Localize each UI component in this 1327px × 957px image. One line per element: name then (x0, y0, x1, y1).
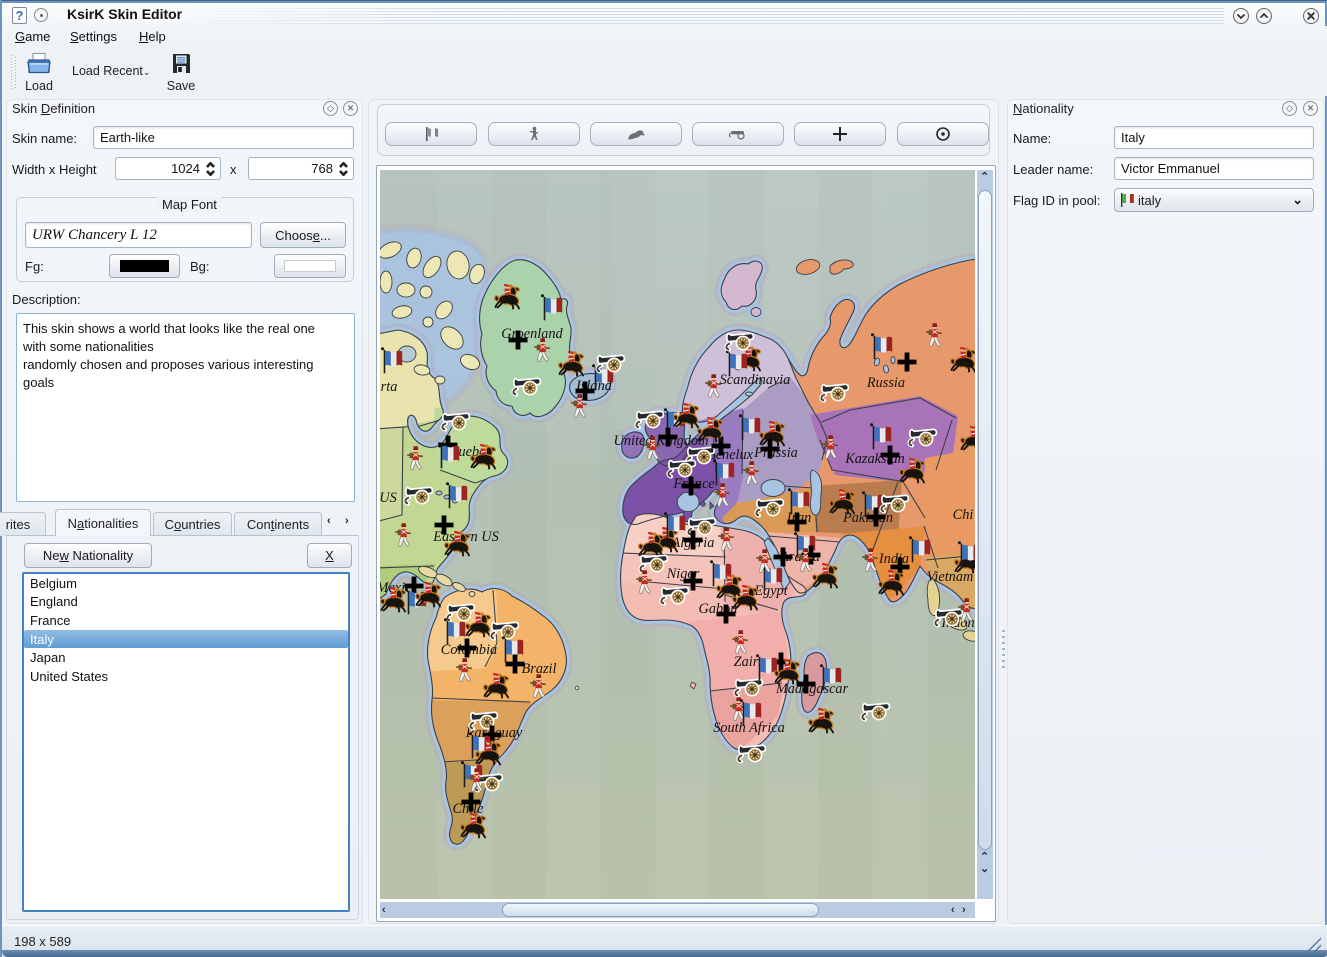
svg-text:India: India (878, 551, 909, 567)
svg-text:Russia: Russia (866, 375, 905, 391)
svg-text:Zair: Zair (734, 654, 759, 670)
svg-text:rta: rta (381, 379, 398, 395)
svg-text:South Africa: South Africa (713, 720, 785, 736)
svg-text:Vietnam: Vietnam (927, 569, 974, 585)
svg-text:US: US (380, 490, 397, 506)
svg-text:Egypt: Egypt (753, 583, 788, 599)
svg-text:Chi: Chi (953, 507, 974, 523)
